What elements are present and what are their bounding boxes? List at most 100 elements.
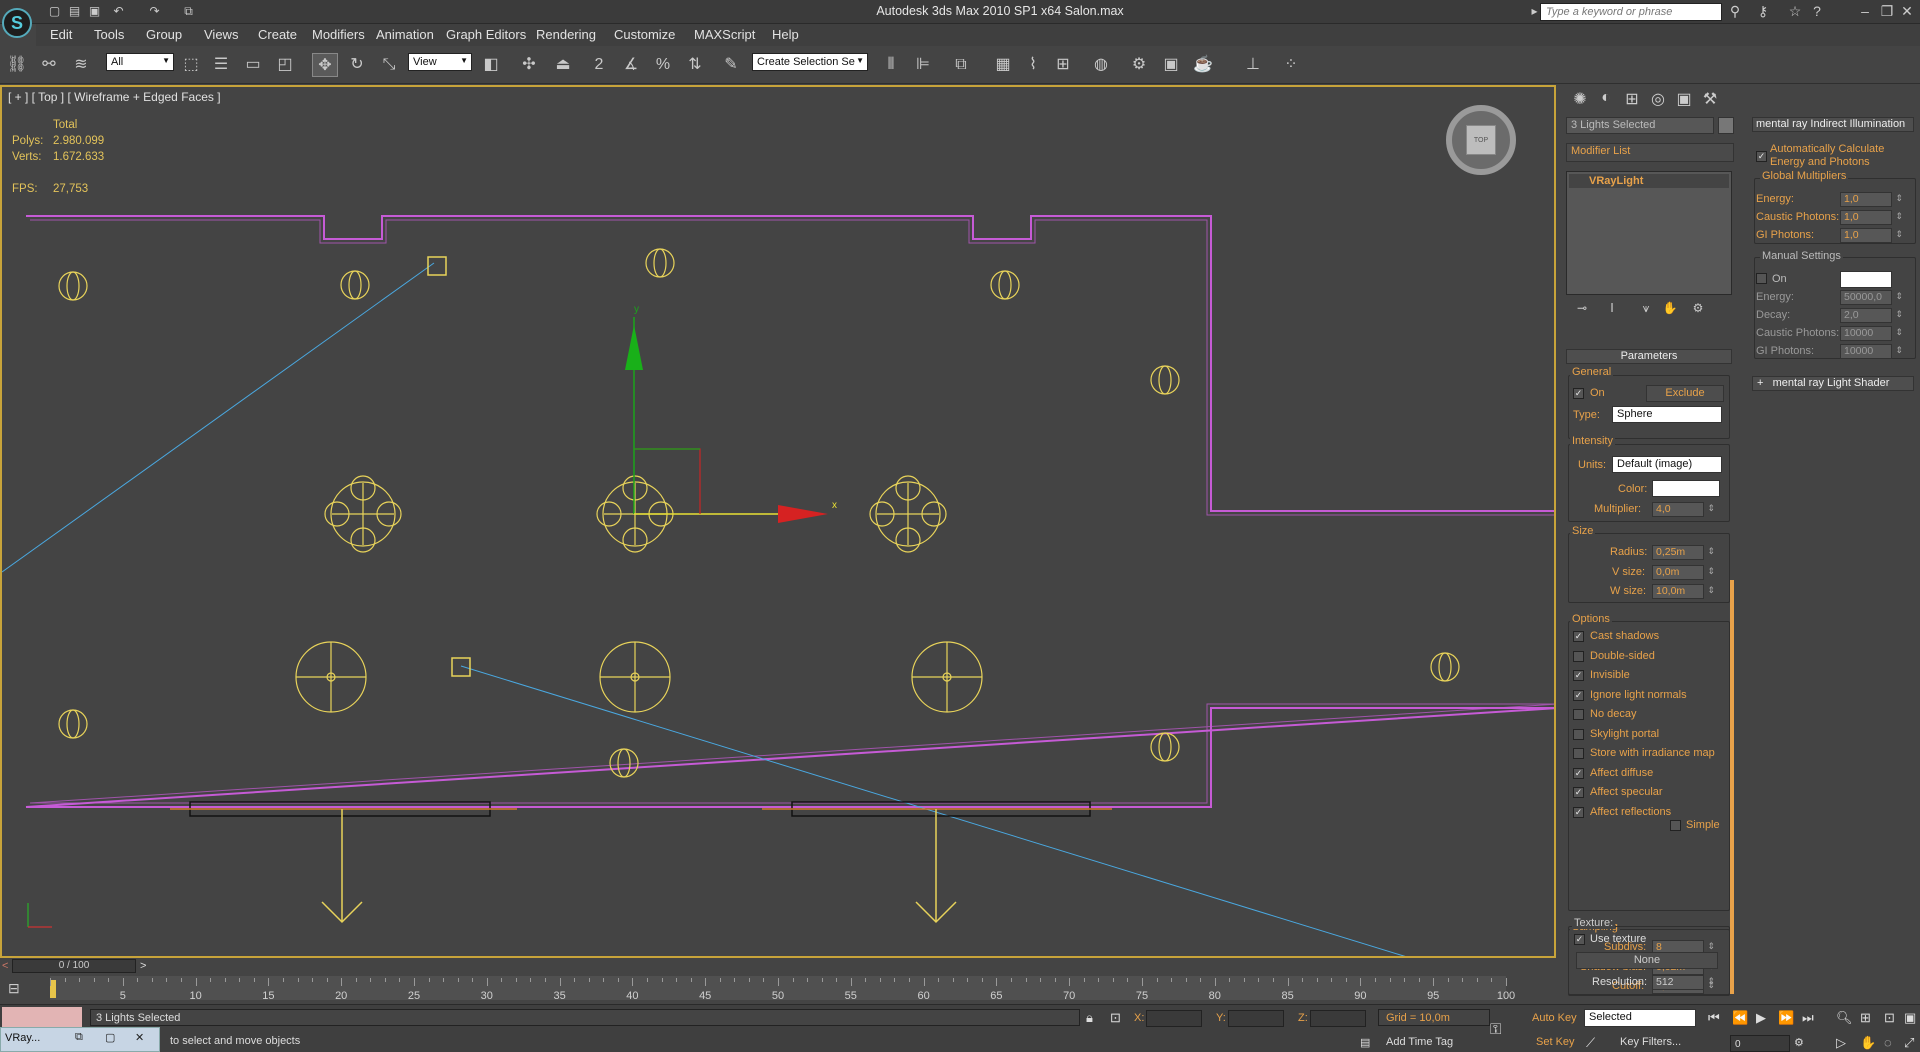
snaps-toggle-icon[interactable]: 2	[586, 53, 612, 77]
mirror-icon[interactable]: ⫴	[878, 53, 904, 77]
parameters-rollout-header[interactable]: Parameters	[1566, 349, 1732, 364]
previous-frame-icon[interactable]: ⏪	[1732, 1010, 1748, 1026]
option-checkbox[interactable]	[1573, 650, 1584, 662]
taskbar-button[interactable]: VRay... ⧉ ▢ ✕	[0, 1027, 160, 1052]
add-time-tag[interactable]: Add Time Tag	[1386, 1036, 1453, 1048]
option-checkbox[interactable]: ✓	[1573, 806, 1584, 818]
z-coord-field[interactable]	[1310, 1010, 1366, 1027]
texture-map-button[interactable]: None	[1576, 952, 1718, 969]
manual-decay-spinner[interactable]: 2,0	[1840, 308, 1903, 323]
key-filters-button[interactable]: Key Filters...	[1620, 1036, 1681, 1048]
absolute-mode-icon[interactable]: ⊡	[1110, 1010, 1121, 1026]
mr-light-shader-rollout[interactable]: + mental ray Light Shader	[1752, 376, 1914, 391]
zoom-icon[interactable]: 🔍︎	[1836, 1010, 1853, 1026]
menu-views[interactable]: Views	[204, 27, 238, 42]
stack-item-vraylight[interactable]: VRayLight	[1569, 174, 1729, 188]
modifier-stack[interactable]: VRayLight	[1566, 171, 1732, 295]
angle-snap-icon[interactable]: ∡	[618, 53, 644, 77]
close-icon[interactable]: ✕	[1898, 3, 1916, 20]
link-icon[interactable]: ⛓	[4, 53, 30, 77]
vray-toolbar-icon[interactable]: ⊥	[1240, 53, 1266, 77]
manual-color-swatch[interactable]	[1840, 271, 1892, 288]
current-frame-field[interactable]: 0	[1730, 1035, 1790, 1052]
option-checkbox[interactable]: ✓	[1573, 689, 1584, 701]
render-setup-icon[interactable]: ⚙	[1126, 53, 1152, 77]
manual-energy-spinner[interactable]: 50000,0	[1840, 290, 1903, 305]
keyboard-shortcut-override-icon[interactable]: ⏏	[550, 53, 576, 77]
taskbar-restore-icon[interactable]: ⧉	[75, 1031, 83, 1044]
wsize-spinner[interactable]: 10,0m	[1652, 584, 1715, 599]
simple-checkbox[interactable]	[1670, 820, 1681, 831]
menu-help[interactable]: Help	[772, 27, 799, 42]
go-to-end-icon[interactable]: ⏭	[1802, 1010, 1814, 1026]
menu-graph-editors[interactable]: Graph Editors	[446, 27, 526, 42]
open-file-icon[interactable]: ▤	[66, 3, 83, 20]
graphite-tools-icon[interactable]: ▦	[990, 53, 1016, 77]
restore-icon[interactable]: ❐	[1878, 3, 1896, 20]
remove-modifier-icon[interactable]: ✋	[1658, 301, 1682, 323]
menu-group[interactable]: Group	[146, 27, 182, 42]
global-gi-spinner[interactable]: 1,0	[1840, 228, 1903, 243]
menu-edit[interactable]: Edit	[50, 27, 72, 42]
select-and-move-icon[interactable]: ✥	[312, 53, 338, 77]
global-caustic-spinner[interactable]: 1,0	[1840, 210, 1903, 225]
particle-icon[interactable]: ⁘	[1278, 53, 1304, 77]
edit-named-selection-icon[interactable]: ✎	[718, 53, 744, 77]
zoom-extents-all-icon[interactable]: ▣	[1904, 1010, 1916, 1026]
new-file-icon[interactable]: ▢	[46, 3, 63, 20]
play-icon[interactable]: ▶	[1756, 1010, 1766, 1026]
pan-view-icon[interactable]: ✋	[1860, 1035, 1876, 1051]
reference-coordinate-dropdown[interactable]: View	[408, 53, 472, 71]
x-coord-field[interactable]	[1146, 1010, 1202, 1027]
rendered-frame-window-icon[interactable]: ▣	[1158, 53, 1184, 77]
mini-curve-editor-icon[interactable]: ⊟	[8, 980, 20, 997]
maxscript-listener-mini[interactable]	[2, 1007, 82, 1027]
taskbar-close-icon[interactable]: ✕	[135, 1031, 144, 1044]
menu-animation[interactable]: Animation	[376, 27, 434, 42]
vsize-spinner[interactable]: 0,0m	[1652, 565, 1715, 580]
make-unique-icon[interactable]: ⩛	[1634, 301, 1658, 323]
time-slider[interactable]: 0 / 100	[12, 959, 136, 973]
time-config-icon[interactable]: ⚙	[1794, 1036, 1804, 1049]
use-texture-checkbox[interactable]: ✓	[1574, 934, 1585, 945]
menu-customize[interactable]: Customize	[614, 27, 675, 42]
create-tab-icon[interactable]: ✺	[1568, 89, 1592, 111]
next-frame-arrow[interactable]: >	[140, 960, 146, 972]
light-color-swatch[interactable]	[1652, 480, 1720, 497]
menu-create[interactable]: Create	[258, 27, 297, 42]
object-color-swatch[interactable]	[1718, 117, 1734, 134]
prev-frame-arrow[interactable]: <	[2, 960, 8, 972]
lock-selection-icon[interactable]: 🔒︎	[1086, 1010, 1093, 1026]
motion-tab-icon[interactable]: ◎	[1646, 89, 1670, 111]
radius-spinner[interactable]: 0,25m	[1652, 545, 1715, 560]
menu-tools[interactable]: Tools	[94, 27, 124, 42]
auto-key-button[interactable]: Auto Key	[1532, 1012, 1577, 1024]
material-editor-icon[interactable]: ◍	[1088, 53, 1114, 77]
set-key-button[interactable]: Set Key	[1536, 1036, 1575, 1048]
undo-icon[interactable]: ↶	[110, 3, 127, 20]
menu-modifiers[interactable]: Modifiers	[312, 27, 365, 42]
menu-rendering[interactable]: Rendering	[536, 27, 596, 42]
field-of-view-icon[interactable]: ▷	[1836, 1035, 1846, 1051]
exclude-button[interactable]: Exclude	[1646, 385, 1724, 402]
render-production-icon[interactable]: ☕	[1190, 53, 1216, 77]
percent-snap-icon[interactable]: %	[650, 53, 676, 77]
option-checkbox[interactable]: ✓	[1573, 631, 1584, 642]
project-folder-icon[interactable]: ⧉	[180, 3, 197, 20]
schematic-view-icon[interactable]: ⊞	[1050, 53, 1076, 77]
multiplier-spinner[interactable]: 4,0	[1652, 502, 1715, 517]
spinner-snap-icon[interactable]: ⇅	[682, 53, 708, 77]
key-icon[interactable]: ⚷	[1754, 3, 1772, 20]
modifier-list-dropdown[interactable]: Modifier List	[1566, 143, 1734, 162]
manual-on-checkbox[interactable]	[1756, 273, 1767, 284]
search-input[interactable]: Type a keyword or phrase	[1540, 3, 1722, 21]
taskbar-maximize-icon[interactable]: ▢	[105, 1031, 115, 1044]
display-tab-icon[interactable]: ▣	[1672, 89, 1696, 111]
manual-gi-spinner[interactable]: 10000	[1840, 344, 1903, 359]
show-end-result-icon[interactable]: Ⅰ	[1600, 301, 1624, 323]
modify-tab-icon[interactable]: ◐	[1594, 89, 1618, 111]
manipulate-icon[interactable]: ✣	[516, 53, 542, 77]
curve-editor-icon[interactable]: ⌇	[1020, 53, 1046, 77]
option-checkbox[interactable]: ✓	[1573, 787, 1584, 798]
named-selection-dropdown[interactable]: Create Selection Se	[752, 53, 868, 71]
